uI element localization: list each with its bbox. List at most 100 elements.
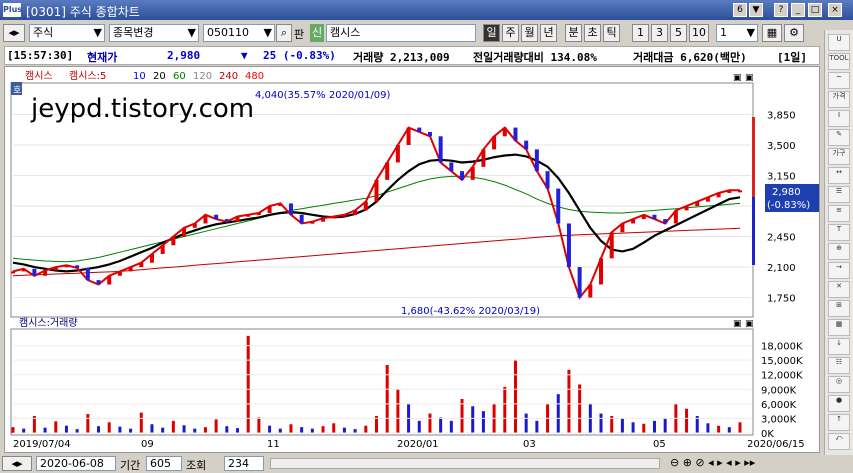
zoom-controls[interactable]: ⊖ ⊕ ⊘ ◂ ▸ ◂ ▸ ▸▸	[670, 456, 755, 469]
num-10[interactable]: 10	[689, 24, 709, 42]
volume-bar	[236, 428, 240, 433]
right-tool-icon-14[interactable]: ⊞	[828, 300, 850, 317]
date-input[interactable]: 2020-06-08	[36, 456, 116, 471]
minimize-icon[interactable]: _	[791, 3, 805, 17]
volume-bar	[257, 417, 261, 433]
candle-body	[224, 219, 229, 222]
right-tool-icon-1[interactable]: TOOL	[828, 53, 850, 70]
right-tool-icon-13[interactable]: ✕	[828, 281, 850, 298]
grid-icon[interactable]: ▦	[762, 24, 782, 42]
volume-bar	[685, 408, 689, 433]
period-year[interactable]: 년	[540, 24, 557, 42]
candle-body	[470, 166, 475, 180]
right-tool-icon-18[interactable]: ◎	[828, 376, 850, 393]
right-tool-icon-5[interactable]: ✎	[828, 129, 850, 146]
right-tool-icon-10[interactable]: T	[828, 224, 850, 241]
candle-body	[353, 210, 358, 215]
vol-tick-label: 15,000K	[761, 356, 803, 367]
candle-body	[641, 214, 646, 220]
scroll-left[interactable]: ◂▸	[2, 456, 32, 471]
right-tool-icon-15[interactable]: ▦	[828, 319, 850, 336]
volume-bar	[129, 428, 133, 433]
y-tick-label: 3,850	[767, 111, 796, 122]
num-3[interactable]: 3	[651, 24, 668, 42]
right-tool-icon-8[interactable]: ☰	[828, 186, 850, 203]
period-tick[interactable]: 틱	[603, 24, 620, 42]
candle-body	[139, 262, 144, 268]
right-toolbar: U TOOL ~ 가격 I ✎ 가구 ↔ ☰ ≡ T ⊕ → ✕ ⊞ ▦ ↓ ☷ ◎ ● ↑ ⤺	[824, 30, 853, 455]
right-tool-icon-12[interactable]: →	[828, 262, 850, 279]
period-input[interactable]: 605	[146, 456, 182, 471]
chart-svg[interactable]: 3,8503,5003,1502,8002,4502,1001,750 18,0…	[5, 67, 821, 454]
page-number[interactable]: 6	[733, 3, 747, 17]
period-minute[interactable]: 분	[565, 24, 582, 42]
candle-body	[620, 223, 625, 233]
vol-tick-label: 6,000K	[761, 400, 797, 411]
right-tool-icon-11[interactable]: ⊕	[828, 243, 850, 260]
bottom-bar: ◂▸ 2020-06-08 기간 605 조회 234 ⊖ ⊕ ⊘ ◂ ▸ ◂ …	[0, 455, 853, 472]
code-input[interactable]: 050110 ▼	[203, 24, 275, 42]
vol-tick-label: 9,000K	[761, 385, 797, 396]
gear-icon[interactable]: ⚙	[784, 24, 804, 42]
candle-body	[577, 267, 582, 298]
change-select[interactable]: 종목변경 ▼	[109, 24, 199, 42]
right-tool-icon-20[interactable]: ↑	[828, 414, 850, 431]
maximize-icon[interactable]: □	[808, 3, 822, 17]
candle-body	[299, 214, 304, 224]
candle-body	[566, 223, 571, 268]
price-label: 현재가	[87, 51, 118, 64]
candle-body	[513, 127, 518, 141]
vol-tick-label: 18,000K	[761, 342, 803, 353]
candle-body	[331, 216, 336, 219]
close-icon[interactable]: ×	[828, 3, 842, 17]
candle-body	[492, 136, 497, 150]
vol-tick-label: 3,000K	[761, 414, 797, 425]
right-tool-icon-0[interactable]: U	[828, 34, 850, 51]
low-annotation: 1,680(-43.62% 2020/03/19)	[401, 306, 540, 317]
horizontal-scrollbar[interactable]	[270, 458, 660, 469]
help-icon[interactable]: ?	[774, 3, 788, 17]
volume-bar	[449, 420, 453, 433]
volume-bar	[578, 384, 582, 433]
dropdown-icon[interactable]: ▼	[749, 3, 763, 17]
volume-bar	[599, 413, 603, 433]
right-tool-icon-9[interactable]: ≡	[828, 205, 850, 222]
num-1[interactable]: 1	[632, 24, 649, 42]
right-tool-icon-16[interactable]: ↓	[828, 338, 850, 355]
unit-select[interactable]: 1 ▼	[716, 24, 758, 42]
volume-ratio: 전일거래량대비 134.08%	[473, 51, 597, 64]
candle-body	[11, 271, 15, 274]
search-icon[interactable]: ⌕	[276, 24, 292, 42]
volume-bar	[567, 369, 571, 433]
candle-body	[556, 188, 561, 224]
num-5[interactable]: 5	[670, 24, 687, 42]
title-bar: Plus [0301] 주식 종합차트 6 ▼ ? _ □ ×	[0, 0, 853, 20]
market-select[interactable]: 주식 ▼	[29, 24, 105, 42]
lookup-input[interactable]: 234	[224, 456, 264, 471]
volume-bar	[321, 426, 325, 433]
period-week[interactable]: 주	[502, 24, 519, 42]
candle-body	[96, 280, 101, 285]
period-second[interactable]: 초	[584, 24, 601, 42]
right-tool-icon-17[interactable]: ☷	[828, 357, 850, 374]
period-day[interactable]: 일	[483, 24, 500, 42]
right-tool-icon-4[interactable]: I	[828, 110, 850, 127]
candle-body	[117, 271, 122, 276]
window-title: [0301] 주식 종합차트	[26, 5, 140, 19]
right-tool-icon-6[interactable]: 가구	[828, 148, 850, 165]
right-tool-icon-3[interactable]: 가격	[828, 91, 850, 108]
legend-ma5: 캠시스:5	[69, 70, 106, 82]
right-tool-icon-7[interactable]: ↔	[828, 167, 850, 184]
nav-arrows[interactable]: ◂▸	[3, 24, 25, 42]
right-tool-icon-19[interactable]: ●	[828, 395, 850, 412]
volume-bar	[310, 428, 314, 433]
volume-bar	[396, 389, 400, 433]
right-tool-icon-21[interactable]: ⤺	[828, 433, 850, 450]
volume-bar	[439, 417, 443, 433]
volume-bar	[268, 425, 272, 433]
candle-body	[246, 214, 251, 217]
volume-bar	[225, 426, 229, 433]
period-month[interactable]: 월	[521, 24, 538, 42]
right-tool-icon-2[interactable]: ~	[828, 72, 850, 89]
volume-bar	[524, 413, 528, 433]
